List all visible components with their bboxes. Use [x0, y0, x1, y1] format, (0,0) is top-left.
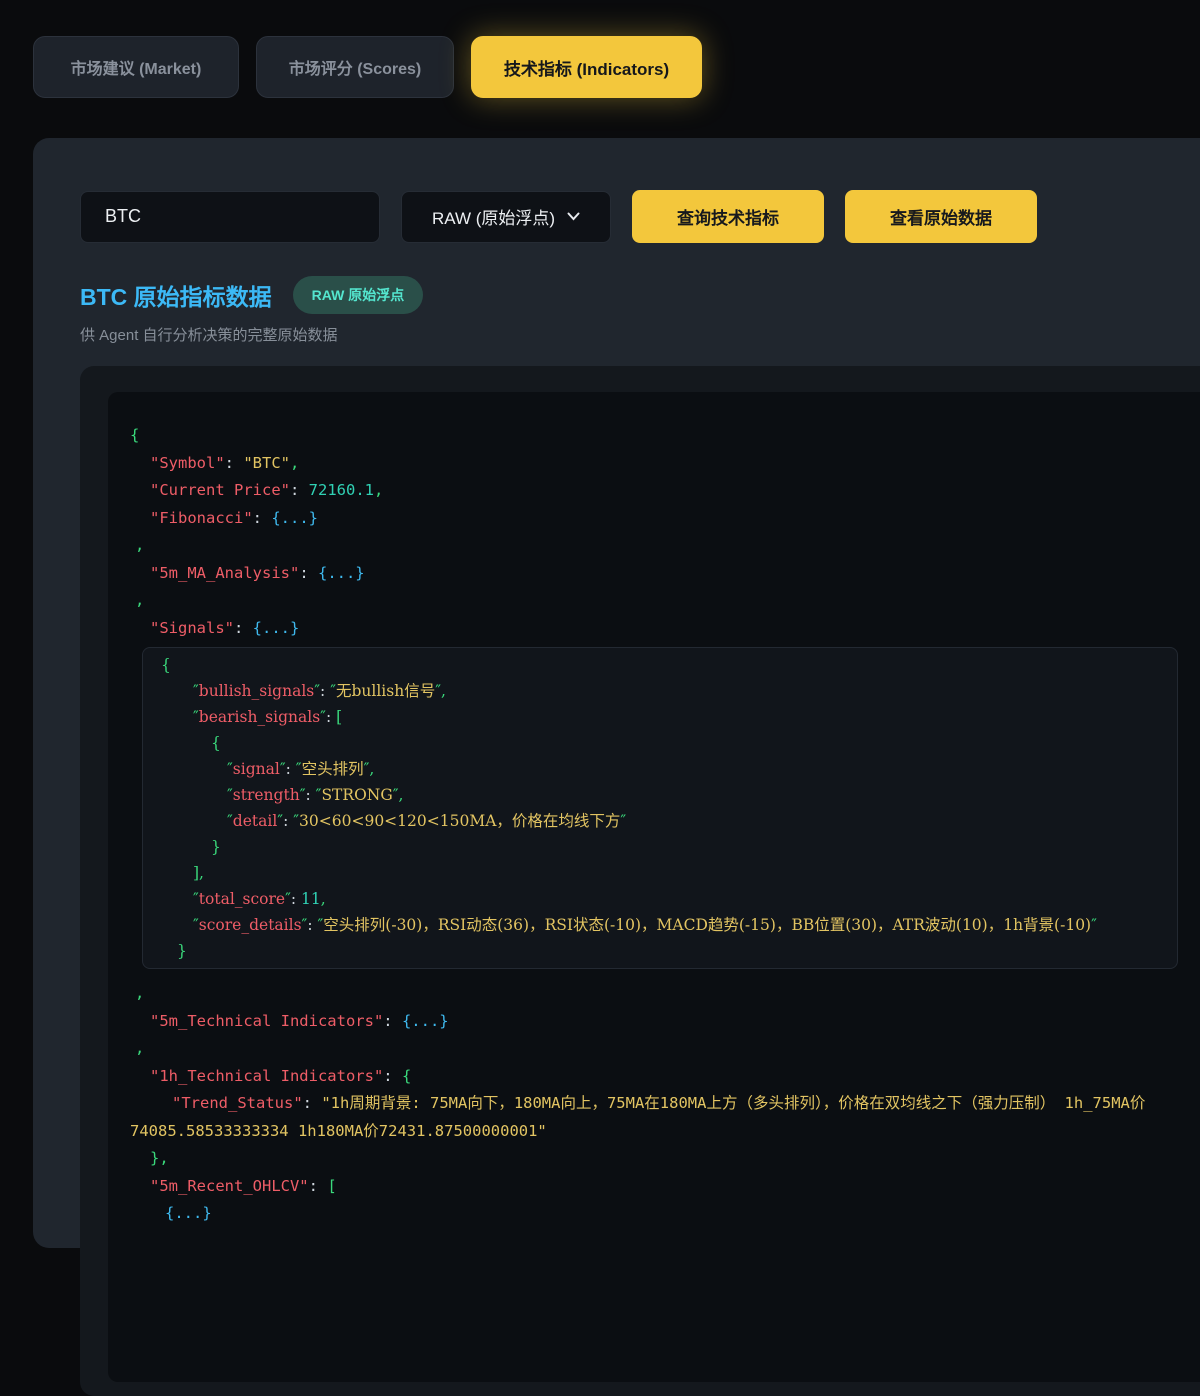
indicators-panel: RAW (原始浮点) 查询技术指标 查看原始数据 BTC 原始指标数据 RAW … [33, 138, 1200, 1396]
signals-sub-block: { ″bullish_signals″: ″无bullish信号″, ″bearis… [142, 647, 1178, 969]
code-line: "Signals": {...} [150, 618, 300, 637]
code-line: { [130, 426, 140, 444]
code-panel: { "Symbol": "BTC", "Current Price": 72160.… [80, 366, 1200, 1396]
code-line: ″signal″: ″空头排列″, [227, 760, 375, 778]
view-raw-data-button[interactable]: 查看原始数据 [845, 190, 1037, 243]
code-line: , [135, 536, 145, 554]
code-line: } [211, 838, 221, 856]
result-title: BTC 原始指标数据 [80, 284, 272, 310]
code-line: { [211, 734, 221, 752]
code-lines-bottom: , "5m_Technical Indicators": {...}, "1h_Te… [130, 980, 1186, 1228]
code-line: ″strength″: ″STRONG″, [227, 786, 404, 804]
tab-indicators[interactable]: 技术指标 (Indicators) [471, 36, 702, 98]
code-line: "Symbol": "BTC", [150, 453, 300, 472]
tab-bar: 市场建议 (Market) 市场评分 (Scores) 技术指标 (Indica… [33, 36, 702, 98]
code-line: "Trend_Status": "1h周期背景: 75MA向下，180MA向上，… [130, 1094, 1146, 1140]
query-controls: RAW (原始浮点) 查询技术指标 查看原始数据 [80, 190, 1037, 243]
query-indicators-button[interactable]: 查询技术指标 [632, 190, 824, 243]
code-line: , [135, 591, 145, 609]
code-line: "Current Price": 72160.1, [150, 481, 384, 499]
code-line: {...} [165, 1204, 212, 1222]
code-line: ], [193, 864, 204, 882]
code-line: ″bearish_signals″: [ [193, 708, 343, 726]
code-line: ″detail″: ″30<60<90<120<150MA，价格在均线下方″ [227, 812, 627, 830]
result-subtitle: 供 Agent 自行分析决策的完整原始数据 [80, 327, 338, 344]
raw-mode-badge: RAW 原始浮点 [292, 276, 424, 314]
code-line: ″bullish_signals″: ″无bullish信号″, [193, 682, 446, 700]
tab-scores[interactable]: 市场评分 (Scores) [256, 36, 454, 98]
code-line: }, [150, 1149, 169, 1167]
mode-select-value: RAW (原始浮点) [431, 209, 556, 228]
raw-json-code-block: { "Symbol": "BTC", "Current Price": 72160.… [108, 392, 1200, 1382]
code-line: "Fibonacci": {...} [150, 508, 318, 527]
code-line: "5m_Recent_OHLCV": [ [150, 1176, 337, 1195]
result-header: BTC 原始指标数据 RAW 原始浮点 [80, 276, 424, 314]
code-line: ″total_score″: 11, [193, 890, 326, 908]
code-line: } [177, 942, 187, 960]
mode-select[interactable]: RAW (原始浮点) [401, 190, 611, 243]
code-line: "5m_Technical Indicators": {...} [150, 1011, 449, 1030]
chevron-down-icon [567, 212, 580, 221]
code-line: , [135, 1039, 145, 1057]
code-line: , [135, 984, 145, 1002]
code-line: ″score_details″: ″空头排列(-30)，RSI动态(36)，RS… [193, 916, 1097, 934]
code-lines-top: { "Symbol": "BTC", "Current Price": 72160.… [130, 422, 1186, 642]
code-line: "1h_Technical Indicators": { [150, 1066, 412, 1085]
code-line: "5m_MA_Analysis": {...} [150, 563, 365, 582]
tab-market[interactable]: 市场建议 (Market) [33, 36, 239, 98]
code-line: { [161, 656, 171, 674]
symbol-input[interactable] [80, 190, 380, 243]
